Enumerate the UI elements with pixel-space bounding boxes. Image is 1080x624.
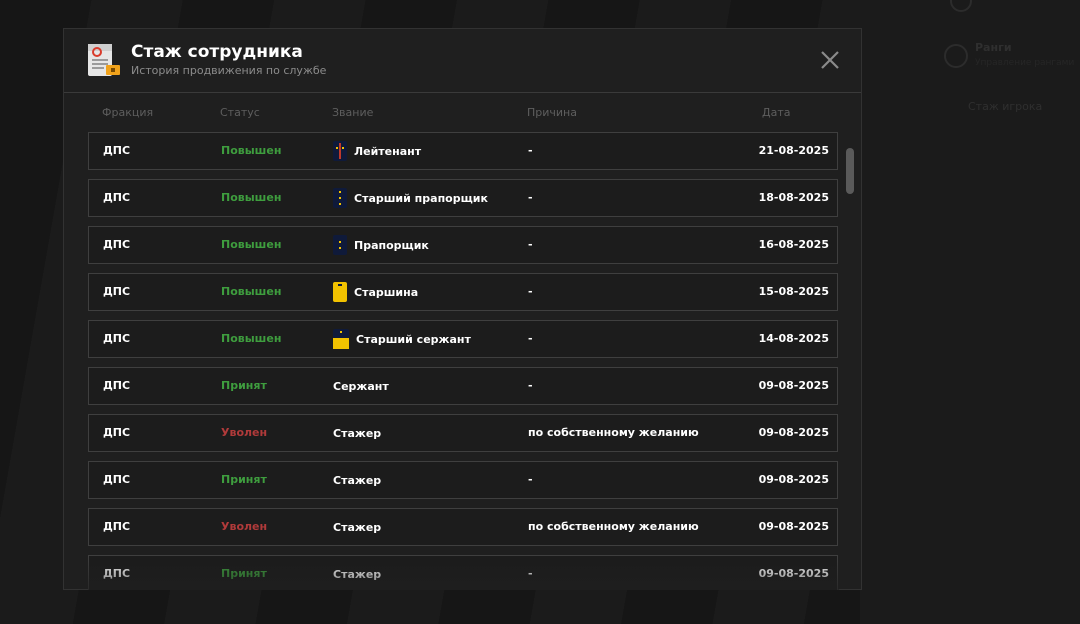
status-cell: Принят: [221, 473, 267, 486]
table-row: ДПС Повышен Лейтенант - 21-08-2025: [88, 132, 838, 170]
rank-cell: Лейтенант: [333, 141, 421, 161]
reason-cell: -: [528, 473, 533, 486]
reason-cell: по собственному желанию: [528, 520, 699, 533]
table-row: ДПС Принят Стажер - 09-08-2025: [88, 555, 838, 590]
rank-cell: Прапорщик: [333, 235, 429, 255]
rank-label: Стажер: [333, 473, 382, 487]
status-cell: Уволен: [221, 426, 268, 439]
rank-cell: Стажер: [333, 423, 381, 443]
rank-cell: Старшина: [333, 282, 418, 302]
reason-cell: -: [528, 191, 533, 204]
date-cell: 09-08-2025: [758, 379, 829, 392]
faction-cell: ДПС: [103, 191, 131, 204]
reason-cell: -: [528, 379, 533, 392]
background-side-subtitle: Управление рангами: [975, 58, 1075, 68]
rank-label: Старшина: [354, 285, 419, 299]
rank-cell: Старший сержант: [333, 329, 471, 349]
status-cell: Повышен: [221, 191, 282, 204]
status-cell: Повышен: [221, 238, 282, 251]
lieutenant-shoulder-board-icon: [333, 141, 347, 161]
background-ranks-icon: [944, 44, 968, 68]
status-cell: Принят: [221, 379, 267, 392]
date-cell: 09-08-2025: [758, 426, 829, 439]
rank-cell: Старший прапорщик: [333, 188, 488, 208]
employee-tenure-modal: Стаж сотрудника История продвижения по с…: [63, 28, 862, 590]
warrant-officer-shoulder-board-icon: [333, 235, 347, 255]
senior-sergeant-shoulder-board-icon: [333, 329, 349, 349]
faction-cell: ДПС: [103, 285, 131, 298]
background-side-panel: [860, 0, 1080, 624]
table-row: ДПС Уволен Стажер по собственному желани…: [88, 414, 838, 452]
background-side-title: Ранги: [975, 41, 1012, 54]
table-row: ДПС Повышен Прапорщик - 16-08-2025: [88, 226, 838, 264]
reason-cell: -: [528, 567, 533, 580]
status-cell: Повышен: [221, 332, 282, 345]
column-header-reason: Причина: [527, 106, 577, 119]
background-side-link: Стаж игрока: [968, 100, 1043, 113]
faction-cell: ДПС: [103, 567, 131, 580]
faction-cell: ДПС: [103, 238, 131, 251]
faction-cell: ДПС: [103, 520, 131, 533]
reason-cell: -: [528, 285, 533, 298]
status-cell: Принят: [221, 567, 267, 580]
date-cell: 09-08-2025: [758, 520, 829, 533]
faction-cell: ДПС: [103, 426, 131, 439]
date-cell: 16-08-2025: [758, 238, 829, 251]
faction-cell: ДПС: [103, 332, 131, 345]
rank-cell: Стажер: [333, 470, 381, 490]
table-row: ДПС Принят Стажер - 09-08-2025: [88, 461, 838, 499]
column-header-rank: Звание: [332, 106, 374, 119]
rank-cell: Стажер: [333, 517, 381, 537]
faction-cell: ДПС: [103, 473, 131, 486]
column-header-status: Статус: [220, 106, 260, 119]
table-row: ДПС Повышен Старшина - 15-08-2025: [88, 273, 838, 311]
date-cell: 21-08-2025: [758, 144, 829, 157]
rank-label: Старший сержант: [356, 332, 471, 346]
rank-label: Сержант: [333, 379, 389, 393]
table-row: ДПС Уволен Стажер по собственному желани…: [88, 508, 838, 546]
reason-cell: -: [528, 332, 533, 345]
date-cell: 14-08-2025: [758, 332, 829, 345]
status-cell: Повышен: [221, 285, 282, 298]
reason-cell: -: [528, 144, 533, 157]
reason-cell: -: [528, 238, 533, 251]
document-icon: [88, 44, 120, 76]
rank-label: Старший прапорщик: [354, 191, 488, 205]
table-row: ДПС Повышен Старший сержант - 14-08-2025: [88, 320, 838, 358]
close-icon[interactable]: [818, 48, 842, 72]
faction-cell: ДПС: [103, 144, 131, 157]
date-cell: 09-08-2025: [758, 473, 829, 486]
rank-label: Стажер: [333, 520, 382, 534]
column-header-date: Дата: [762, 106, 791, 119]
rank-label: Прапорщик: [354, 238, 429, 252]
modal-title: Стаж сотрудника: [131, 42, 303, 62]
rank-label: Стажер: [333, 567, 382, 581]
faction-cell: ДПС: [103, 379, 131, 392]
status-cell: Уволен: [221, 520, 268, 533]
date-cell: 15-08-2025: [758, 285, 829, 298]
rank-label: Стажер: [333, 426, 382, 440]
table-row: ДПС Принят Сержант - 09-08-2025: [88, 367, 838, 405]
rank-cell: Сержант: [333, 376, 389, 396]
rank-label: Лейтенант: [354, 144, 422, 158]
scrollbar-thumb[interactable]: [846, 148, 854, 194]
date-cell: 18-08-2025: [758, 191, 829, 204]
status-cell: Повышен: [221, 144, 282, 157]
column-header-faction: Фракция: [102, 106, 154, 119]
senior-warrant-officer-shoulder-board-icon: [333, 188, 347, 208]
date-cell: 09-08-2025: [758, 567, 829, 580]
sergeant-major-shoulder-board-icon: [333, 282, 347, 302]
modal-subtitle: История продвижения по службе: [131, 64, 327, 77]
reason-cell: по собственному желанию: [528, 426, 699, 439]
history-list[interactable]: ДПС Повышен Лейтенант - 21-08-2025 ДПС П…: [88, 132, 839, 590]
modal-header: Стаж сотрудника История продвижения по с…: [64, 29, 861, 93]
rank-cell: Стажер: [333, 564, 381, 584]
table-row: ДПС Повышен Старший прапорщик - 18-08-20…: [88, 179, 838, 217]
